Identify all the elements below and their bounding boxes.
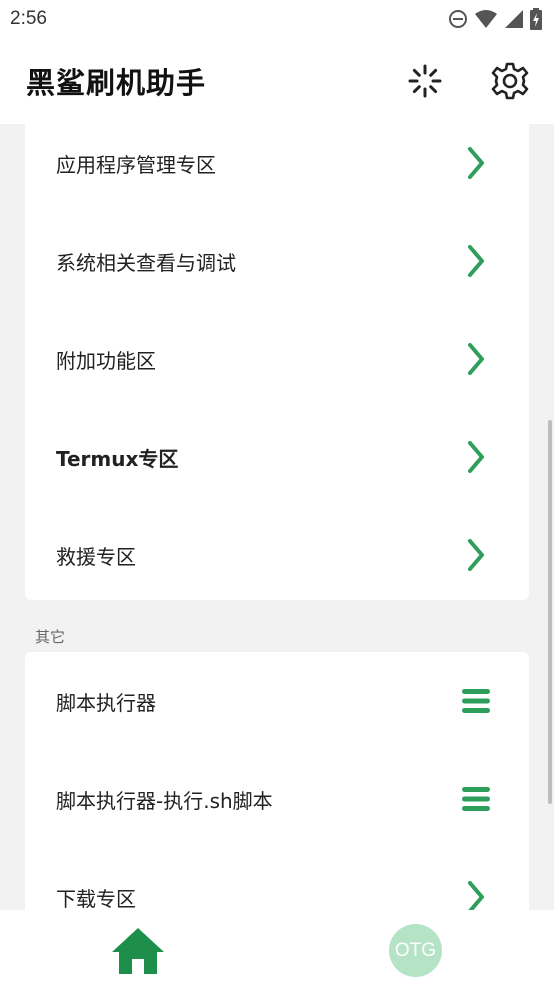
chevron-right-icon [461, 440, 491, 474]
other-menu-card: 脚本执行器 脚本执行器-执行.sh脚本 下载专区 [25, 652, 529, 910]
menu-item-app-management[interactable]: 应用程序管理专区 [25, 124, 529, 212]
menu-item-label: Termux专区 [56, 446, 179, 471]
main-menu-card: 应用程序管理专区 系统相关查看与调试 附加功能区 Termux专区 救援专区 [25, 124, 529, 600]
loading-icon[interactable] [404, 60, 446, 102]
settings-icon[interactable] [489, 60, 531, 102]
do-not-disturb-icon [448, 9, 468, 29]
app-title: 黑鲨刷机助手 [26, 66, 207, 100]
signal-icon [504, 9, 524, 29]
menu-item-label: 应用程序管理专区 [56, 152, 216, 177]
menu-item-termux[interactable]: Termux专区 [25, 408, 529, 506]
section-header-other: 其它 [35, 628, 66, 646]
menu-item-label: 救援专区 [56, 544, 136, 569]
menu-icon [461, 782, 491, 816]
wifi-icon [474, 9, 498, 29]
menu-item-system-debug[interactable]: 系统相关查看与调试 [25, 212, 529, 310]
chevron-right-icon [461, 880, 491, 910]
chevron-right-icon [461, 342, 491, 376]
menu-icon [461, 684, 491, 718]
status-time: 2:56 [10, 8, 47, 29]
bottom-nav: OTG [0, 910, 554, 985]
battery-charging-icon [530, 8, 542, 30]
menu-item-script-runner[interactable]: 脚本执行器 [25, 652, 529, 750]
chevron-right-icon [461, 146, 491, 180]
chevron-right-icon [461, 244, 491, 278]
status-icons [448, 8, 542, 30]
menu-item-label: 附加功能区 [56, 348, 156, 373]
menu-item-label: 脚本执行器-执行.sh脚本 [56, 788, 273, 813]
scrollbar[interactable] [548, 420, 552, 804]
menu-item-label: 系统相关查看与调试 [56, 250, 236, 275]
menu-item-extra-features[interactable]: 附加功能区 [25, 310, 529, 408]
otg-label: OTG [394, 939, 437, 961]
status-bar: 2:56 [0, 0, 554, 38]
otg-button[interactable]: OTG [389, 924, 442, 977]
menu-item-downloads[interactable]: 下载专区 [25, 848, 529, 910]
menu-item-rescue[interactable]: 救援专区 [25, 506, 529, 604]
app-bar: 黑鲨刷机助手 [0, 38, 554, 124]
menu-item-label: 下载专区 [56, 886, 136, 911]
chevron-right-icon [461, 538, 491, 572]
menu-item-label: 脚本执行器 [56, 690, 156, 715]
content-area[interactable]: 应用程序管理专区 系统相关查看与调试 附加功能区 Termux专区 救援专区 其… [0, 124, 554, 910]
menu-item-script-runner-sh[interactable]: 脚本执行器-执行.sh脚本 [25, 750, 529, 848]
home-icon[interactable] [110, 926, 166, 976]
